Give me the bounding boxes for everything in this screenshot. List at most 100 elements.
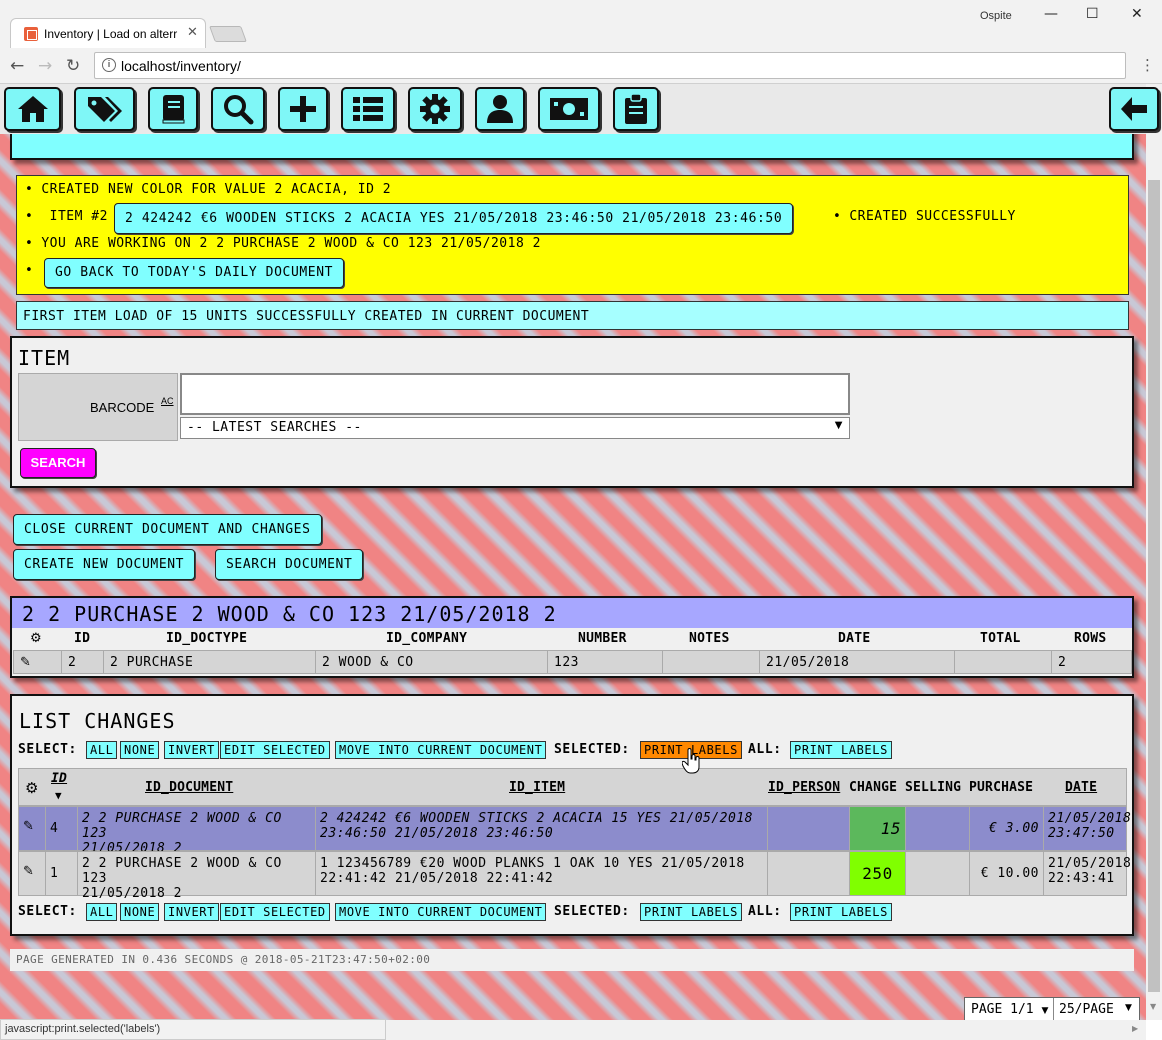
- search-button[interactable]: SEARCH: [20, 448, 96, 478]
- browser-tab[interactable]: Inventory | Load on alterr ✕: [10, 18, 206, 48]
- row-person: [768, 852, 850, 895]
- generation-footer: PAGE GENERATED IN 0.436 SECONDS @ 2018-0…: [10, 949, 1134, 971]
- reload-icon[interactable]: ↻: [66, 56, 80, 76]
- go-back-daily-button[interactable]: GO BACK TO TODAY'S DAILY DOCUMENT: [44, 258, 345, 288]
- latest-searches-select[interactable]: -- LATEST SEARCHES -- ▼: [180, 417, 850, 439]
- move-into-document-button[interactable]: MOVE INTO CURRENT DOCUMENT: [335, 741, 547, 759]
- doc-header-notes: NOTES: [689, 631, 730, 646]
- doc-header-doctype: ID_DOCTYPE: [166, 631, 248, 646]
- address-bar[interactable]: i localhost/inventory/: [94, 52, 1126, 79]
- create-document-button[interactable]: CREATE NEW DOCUMENT: [13, 549, 196, 580]
- select-label: SELECT:: [18, 904, 77, 919]
- window-close-icon[interactable]: ✕: [1131, 6, 1143, 22]
- header-id[interactable]: ID: [51, 771, 67, 786]
- tab-title: Inventory | Load on alterr: [44, 27, 178, 41]
- user-button[interactable]: [475, 87, 525, 131]
- scroll-down-icon[interactable]: ▼: [1150, 1002, 1156, 1011]
- pagination-control: PAGE 1/1 ▼ 25/PAGE ▼: [964, 997, 1140, 1021]
- minimize-icon[interactable]: —: [1044, 6, 1058, 22]
- doc-header-total: TOTAL: [980, 631, 1021, 646]
- table-row[interactable]: ✎ 4 2 2 PURCHASE 2 WOOD & CO 123 21/05/20…: [18, 806, 1132, 856]
- tags-button[interactable]: [74, 87, 135, 131]
- message-item-suffix: CREATED SUCCESSFULLY: [833, 209, 1016, 224]
- table-row[interactable]: ✎ 1 2 2 PURCHASE 2 WOOD & CO 123 21/05/20…: [18, 851, 1131, 901]
- tags-icon: [87, 97, 122, 122]
- print-selected-labels-button[interactable]: PRINT LABELS: [640, 903, 742, 921]
- info-icon[interactable]: i: [102, 58, 116, 72]
- barcode-input[interactable]: [180, 373, 850, 415]
- forward-icon[interactable]: →: [38, 56, 52, 76]
- edit-pencil-icon[interactable]: ✎: [19, 807, 46, 850]
- selected-label: SELECTED:: [554, 742, 630, 757]
- doc-header-company: ID_COMPANY: [386, 631, 468, 646]
- back-button[interactable]: [1109, 87, 1159, 131]
- row-id: 4: [46, 807, 78, 850]
- close-document-button[interactable]: CLOSE CURRENT DOCUMENT AND CHANGES: [13, 514, 322, 545]
- row-document: 2 2 PURCHASE 2 WOOD & CO 123 21/05/2018 2: [78, 807, 316, 856]
- select-none-button[interactable]: NONE: [120, 741, 160, 759]
- print-all-labels-button[interactable]: PRINT LABELS: [790, 903, 892, 921]
- all-label: ALL:: [748, 742, 782, 757]
- status-bar: javascript:print.selected('labels'): [0, 1019, 386, 1040]
- hand-cursor-icon: [682, 748, 700, 774]
- edit-pencil-icon[interactable]: ✎: [13, 650, 62, 674]
- user-icon: [487, 95, 513, 123]
- per-page-select[interactable]: 25/PAGE: [1059, 1002, 1114, 1017]
- select-all-button[interactable]: ALL: [86, 903, 118, 921]
- edit-selected-button[interactable]: EDIT SELECTED: [220, 741, 330, 759]
- back-arrow-icon: [1121, 97, 1147, 121]
- page-select[interactable]: PAGE 1/1 ▼: [971, 1002, 1048, 1017]
- gear-icon[interactable]: ⚙: [30, 631, 42, 646]
- vertical-scrollbar[interactable]: ▲ ▼: [1146, 84, 1162, 1020]
- header-id-document[interactable]: ID_DOCUMENT: [145, 780, 233, 795]
- search-toolbar-button[interactable]: [211, 87, 265, 131]
- menu-icon[interactable]: ⋮: [1140, 56, 1155, 74]
- select-all-button[interactable]: ALL: [86, 741, 118, 759]
- invert-button[interactable]: INVERT: [164, 741, 219, 759]
- header-id-person[interactable]: ID_PERSON: [768, 780, 840, 795]
- home-button[interactable]: [4, 87, 61, 131]
- xampp-favicon-icon: [24, 27, 38, 41]
- maximize-icon[interactable]: ☐: [1086, 6, 1099, 22]
- edit-selected-button[interactable]: EDIT SELECTED: [220, 903, 330, 921]
- item-link-button[interactable]: 2 424242 €6 WOODEN STICKS 2 ACACIA YES 2…: [114, 203, 794, 234]
- book-button[interactable]: [148, 87, 198, 131]
- list-button[interactable]: [341, 87, 395, 131]
- back-icon[interactable]: ←: [10, 56, 24, 76]
- new-tab-button[interactable]: [209, 26, 247, 42]
- doc-cell-number: 123: [547, 650, 663, 674]
- home-icon: [17, 96, 48, 122]
- header-selling: SELLING: [905, 780, 962, 795]
- money-button[interactable]: [538, 87, 600, 131]
- scroll-right-icon[interactable]: ▶: [1132, 1024, 1138, 1033]
- move-into-document-button[interactable]: MOVE INTO CURRENT DOCUMENT: [335, 903, 547, 921]
- tab-close-icon[interactable]: ✕: [187, 25, 198, 40]
- header-date[interactable]: DATE: [1065, 780, 1097, 795]
- search-icon: [224, 95, 254, 125]
- header-id-item[interactable]: ID_ITEM: [509, 780, 565, 795]
- clipboard-button[interactable]: [613, 87, 659, 131]
- row-date: 21/05/2018 23:47:50: [1048, 811, 1132, 841]
- sort-desc-icon[interactable]: ▼: [55, 789, 62, 802]
- latest-searches-value: -- LATEST SEARCHES --: [187, 420, 362, 435]
- add-button[interactable]: [278, 87, 328, 131]
- row-item: 1 123456789 €20 WOOD PLANKS 1 OAK 10 YES…: [316, 852, 768, 895]
- horizontal-scrollbar[interactable]: ▶: [386, 1020, 1146, 1040]
- profile-name[interactable]: Ospite: [980, 10, 1012, 22]
- row-id: 1: [46, 852, 78, 895]
- money-icon: [550, 98, 588, 120]
- clipboard-icon: [625, 93, 647, 124]
- invert-button[interactable]: INVERT: [164, 903, 219, 921]
- gear-icon[interactable]: ⚙: [25, 779, 38, 797]
- row-purchase: € 3.00: [970, 807, 1044, 850]
- doc-cell-notes: [662, 650, 760, 674]
- edit-pencil-icon[interactable]: ✎: [19, 852, 46, 895]
- search-document-button[interactable]: SEARCH DOCUMENT: [215, 549, 364, 580]
- autocomplete-toggle[interactable]: AC: [161, 396, 174, 406]
- print-all-labels-button[interactable]: PRINT LABELS: [790, 741, 892, 759]
- select-none-button[interactable]: NONE: [120, 903, 160, 921]
- doc-cell-date: 21/05/2018: [759, 650, 955, 674]
- settings-button[interactable]: [408, 87, 462, 131]
- scroll-thumb[interactable]: [1148, 180, 1160, 992]
- doc-cell-company: 2 WOOD & CO: [315, 650, 548, 674]
